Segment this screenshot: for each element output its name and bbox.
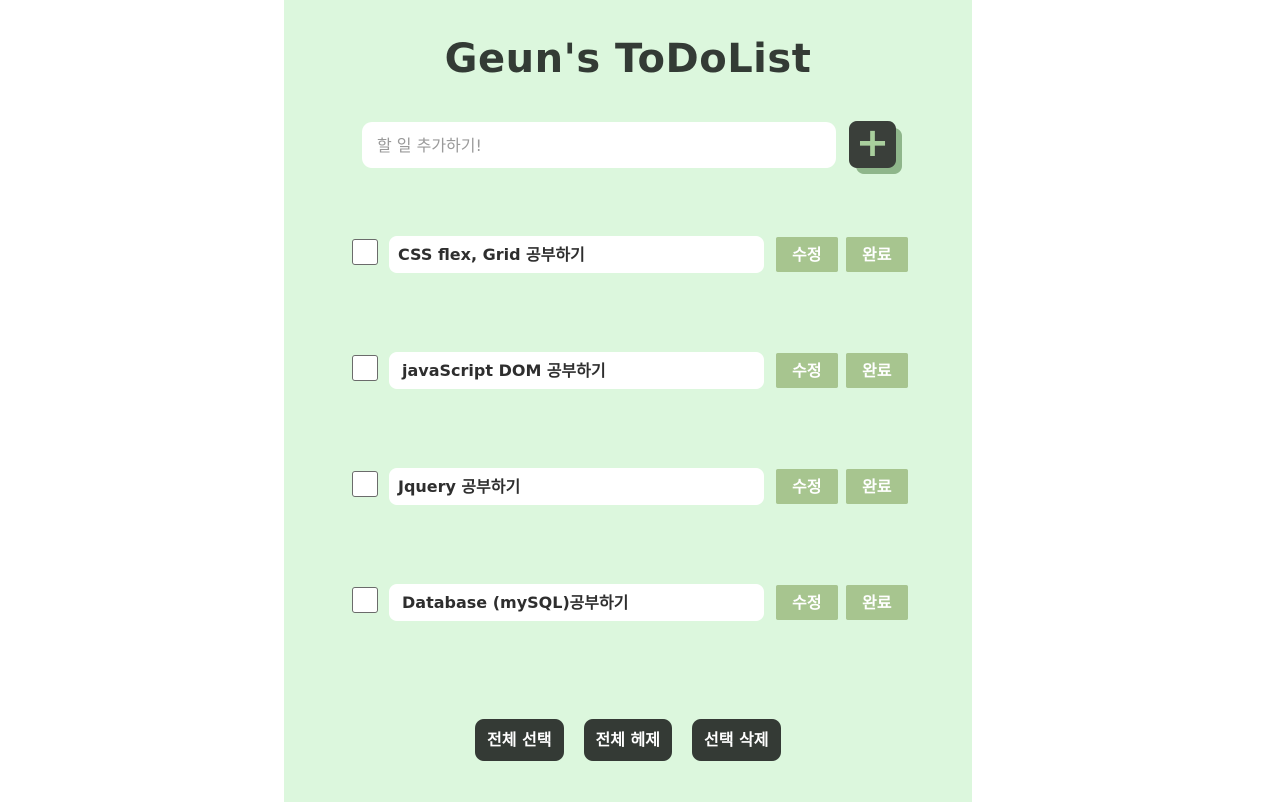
todo-item: CSS flex, Grid 공부하기 수정 완료: [352, 236, 912, 274]
edit-button[interactable]: 수정: [776, 585, 838, 620]
todo-text: javaScript DOM 공부하기: [389, 352, 764, 389]
delete-selected-button[interactable]: 선택 삭제: [692, 719, 781, 761]
todo-text: Database (mySQL)공부하기: [389, 584, 764, 621]
todo-checkbox[interactable]: [352, 355, 378, 381]
todo-item: javaScript DOM 공부하기 수정 완료: [352, 352, 912, 390]
deselect-all-button[interactable]: 전체 헤제: [584, 719, 672, 761]
add-button[interactable]: +: [849, 121, 896, 168]
todo-text: Jquery 공부하기: [389, 468, 764, 505]
todo-item: Jquery 공부하기 수정 완료: [352, 468, 912, 506]
select-all-button[interactable]: 전체 선택: [475, 719, 564, 761]
todo-panel: Geun's ToDoList + CSS flex, Grid 공부하기 수정…: [284, 0, 972, 802]
todo-text: CSS flex, Grid 공부하기: [389, 236, 764, 273]
todo-checkbox[interactable]: [352, 471, 378, 497]
complete-button[interactable]: 완료: [846, 585, 908, 620]
todo-checkbox[interactable]: [352, 239, 378, 265]
complete-button[interactable]: 완료: [846, 469, 908, 504]
page-title: Geun's ToDoList: [444, 36, 812, 82]
todo-checkbox[interactable]: [352, 587, 378, 613]
edit-button[interactable]: 수정: [776, 237, 838, 272]
edit-button[interactable]: 수정: [776, 469, 838, 504]
todo-input[interactable]: [362, 122, 836, 168]
todo-item: Database (mySQL)공부하기 수정 완료: [352, 584, 912, 622]
edit-button[interactable]: 수정: [776, 353, 838, 388]
plus-icon: +: [855, 120, 890, 166]
complete-button[interactable]: 완료: [846, 353, 908, 388]
complete-button[interactable]: 완료: [846, 237, 908, 272]
